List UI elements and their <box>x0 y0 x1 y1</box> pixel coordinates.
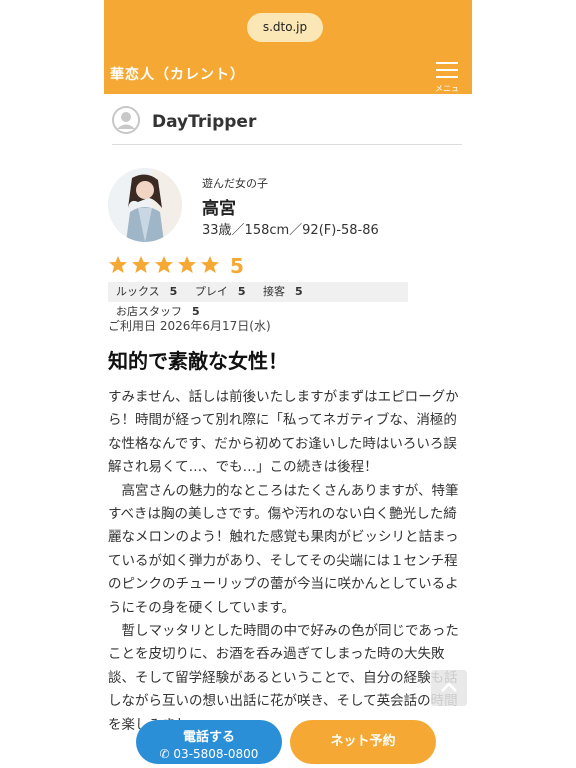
reviewer-row: DayTripper <box>112 104 462 145</box>
sub-score-service: 接客 5 <box>262 285 303 298</box>
star-icon <box>132 256 150 273</box>
url-bar[interactable]: s.dto.jp <box>247 13 323 42</box>
menu-button[interactable]: メニュー <box>432 60 462 104</box>
phone-icon: ✆ <box>159 747 174 761</box>
site-title[interactable]: 華恋人（カレント） <box>110 64 245 84</box>
review-title: 知的で素敵な女性！ <box>108 349 288 373</box>
phone-screen: s.dto.jp 華恋人（カレント） メニュー DayTripper 遊んだ女の… <box>104 0 472 768</box>
call-number: 03-5808-0800 <box>173 747 259 761</box>
sub-score-looks: ルックス 5 <box>116 285 178 298</box>
rating-score: 5 <box>230 254 244 278</box>
call-label: 電話する <box>182 730 235 745</box>
girl-stats: 33歳／158cm／92(F)-58-86 <box>202 223 379 238</box>
hamburger-icon <box>436 62 458 64</box>
reviewer-name[interactable]: DayTripper <box>152 112 256 132</box>
call-number-row: ✆ 03-5808-0800 <box>136 747 282 761</box>
star-icon <box>109 256 127 273</box>
net-reservation-button[interactable]: ネット予約 <box>290 720 436 764</box>
visit-date: ご利用日 2026年6月17日(水) <box>108 319 271 333</box>
star-icon <box>155 256 173 273</box>
star-rating <box>108 255 223 277</box>
hamburger-icon-line <box>436 69 458 71</box>
star-icon <box>178 256 196 273</box>
girl-name[interactable]: 高宮 <box>202 194 236 219</box>
menu-label: メニュー <box>435 84 459 104</box>
scroll-top-button[interactable] <box>431 670 467 706</box>
girl-caption: 遊んだ女の子 <box>202 177 268 190</box>
call-button[interactable]: 電話する ✆ 03-5808-0800 <box>136 720 282 764</box>
star-icon <box>201 256 219 273</box>
user-avatar-icon <box>112 106 140 134</box>
sub-scores: ルックス 5 プレイ 5 接客 5 お店スタッフ 5 <box>108 282 408 318</box>
girl-photo[interactable] <box>108 168 182 242</box>
review-body: すみません、話しは前後いたしますがまずはエピローグから！時間が経って別れ際に「私… <box>108 389 459 733</box>
chevron-up-icon <box>441 682 457 692</box>
sub-score-play: プレイ 5 <box>194 285 246 298</box>
hamburger-icon-line <box>436 76 458 78</box>
site-header: s.dto.jp 華恋人（カレント） メニュー <box>104 0 472 104</box>
